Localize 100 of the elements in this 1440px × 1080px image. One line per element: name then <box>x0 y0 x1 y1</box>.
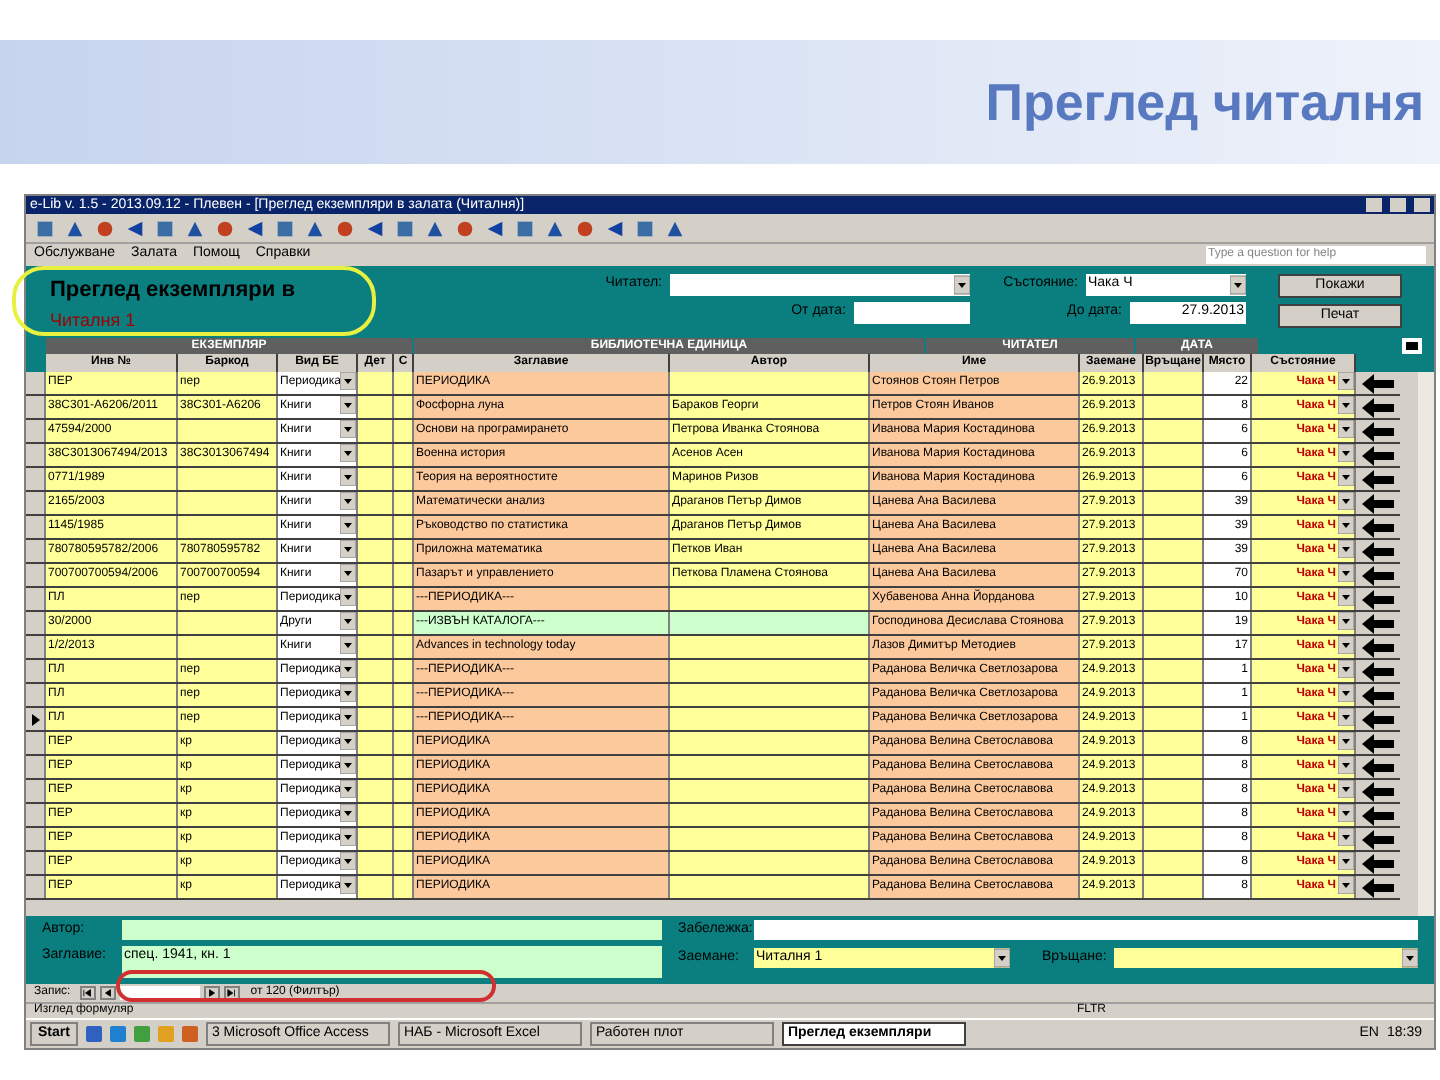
dropdown-button[interactable] <box>340 372 356 390</box>
dropdown-button[interactable] <box>340 516 356 534</box>
dropdown-button[interactable] <box>1230 274 1246 296</box>
dropdown-button[interactable] <box>1338 636 1354 654</box>
return-arrow-button[interactable] <box>1362 493 1394 513</box>
dropdown-button[interactable] <box>954 274 970 296</box>
tool-icon[interactable] <box>334 217 356 239</box>
return-arrow-button[interactable] <box>1362 421 1394 441</box>
dropdown-button[interactable] <box>1338 708 1354 726</box>
return-arrow-button[interactable] <box>1362 637 1394 657</box>
return-arrow-button[interactable] <box>1362 445 1394 465</box>
return-arrow-button[interactable] <box>1362 853 1394 873</box>
dropdown-button[interactable] <box>1338 732 1354 750</box>
dropdown-button[interactable] <box>340 588 356 606</box>
tool-icon[interactable] <box>514 217 536 239</box>
dropdown-button[interactable] <box>340 804 356 822</box>
dropdown-button[interactable] <box>1338 876 1354 894</box>
table-cell <box>1144 612 1204 634</box>
dropdown-button[interactable] <box>1338 828 1354 846</box>
tool-icon[interactable] <box>394 217 416 239</box>
dropdown-button[interactable] <box>1338 564 1354 582</box>
dropdown-button[interactable] <box>340 828 356 846</box>
tool-icon[interactable] <box>274 217 296 239</box>
return-select[interactable] <box>1114 947 1418 968</box>
dropdown-button[interactable] <box>994 947 1010 968</box>
dropdown-button[interactable] <box>1338 852 1354 870</box>
row-selector[interactable] <box>26 708 46 730</box>
dropdown-button[interactable] <box>1338 492 1354 510</box>
dropdown-button[interactable] <box>1338 396 1354 414</box>
nav-back-button[interactable] <box>80 986 97 1000</box>
return-arrow-button[interactable] <box>1362 661 1394 681</box>
table-cell <box>1144 756 1204 778</box>
table-cell <box>1144 804 1204 826</box>
dropdown-button[interactable] <box>340 636 356 654</box>
dropdown-button[interactable] <box>1338 684 1354 702</box>
table-cell <box>1144 516 1204 538</box>
tool-icon[interactable] <box>454 217 476 239</box>
return-arrow-button[interactable] <box>1362 373 1394 393</box>
return-arrow-button[interactable] <box>1362 733 1394 753</box>
tool-icon[interactable] <box>154 217 176 239</box>
dropdown-button[interactable] <box>340 420 356 438</box>
tool-icon[interactable] <box>34 217 56 239</box>
dropdown-button[interactable] <box>340 396 356 414</box>
dropdown-button[interactable] <box>340 612 356 630</box>
table-cell <box>1144 444 1204 466</box>
dropdown-button[interactable] <box>340 564 356 582</box>
dropdown-button[interactable] <box>340 660 356 678</box>
note-field[interactable] <box>754 920 1418 941</box>
dropdown-button[interactable] <box>340 852 356 870</box>
dropdown-button[interactable] <box>340 756 356 774</box>
dropdown-button[interactable] <box>340 732 356 750</box>
return-arrow-button[interactable] <box>1362 397 1394 417</box>
return-arrow-button[interactable] <box>1362 517 1394 537</box>
dropdown-button[interactable] <box>340 684 356 702</box>
return-arrow-button[interactable] <box>1362 757 1394 777</box>
dropdown-button[interactable] <box>1338 372 1354 390</box>
form-heading: Преглед екземпляри в <box>50 276 297 306</box>
dropdown-button[interactable] <box>1338 780 1354 798</box>
return-arrow-button[interactable] <box>1362 805 1394 825</box>
dropdown-button[interactable] <box>340 468 356 486</box>
dropdown-button[interactable] <box>1338 420 1354 438</box>
return-arrow-button[interactable] <box>1362 829 1394 849</box>
dropdown-button[interactable] <box>1338 660 1354 678</box>
nav-back-button[interactable] <box>100 986 117 1000</box>
dropdown-button[interactable] <box>340 780 356 798</box>
table-cell <box>394 612 414 634</box>
dropdown-button[interactable] <box>340 876 356 894</box>
dropdown-button[interactable] <box>340 444 356 462</box>
tool-icon[interactable] <box>214 217 236 239</box>
tool-icon[interactable] <box>574 217 596 239</box>
dropdown-button[interactable] <box>340 540 356 558</box>
reader-field[interactable] <box>670 274 970 296</box>
return-arrow-button[interactable] <box>1362 613 1394 633</box>
return-arrow-button[interactable] <box>1362 781 1394 801</box>
dropdown-button[interactable] <box>1338 540 1354 558</box>
return-arrow-button[interactable] <box>1362 877 1394 897</box>
dropdown-button[interactable] <box>1338 468 1354 486</box>
tool-icon[interactable] <box>634 217 656 239</box>
dropdown-button[interactable] <box>1338 444 1354 462</box>
dropdown-button[interactable] <box>1402 947 1418 968</box>
dropdown-button[interactable] <box>1338 516 1354 534</box>
dropdown-button[interactable] <box>1338 612 1354 630</box>
tool-icon[interactable] <box>94 217 116 239</box>
dropdown-button[interactable] <box>1338 756 1354 774</box>
scrollbar[interactable] <box>1418 372 1434 916</box>
dropdown-button[interactable] <box>1338 804 1354 822</box>
table-cell <box>394 780 414 802</box>
return-arrow-button[interactable] <box>1362 709 1394 729</box>
table-cell <box>394 660 414 682</box>
return-arrow-button[interactable] <box>1362 541 1394 561</box>
dropdown-button[interactable] <box>340 708 356 726</box>
table-cell <box>1144 636 1204 658</box>
return-arrow-button[interactable] <box>1362 685 1394 705</box>
return-arrow-button[interactable] <box>1362 589 1394 609</box>
dropdown-button[interactable] <box>340 492 356 510</box>
return-arrow-button[interactable] <box>1362 469 1394 489</box>
dropdown-button[interactable] <box>1338 588 1354 606</box>
return-arrow-button[interactable] <box>1362 565 1394 585</box>
from-date-field[interactable] <box>854 302 970 324</box>
author-field[interactable] <box>122 920 662 941</box>
